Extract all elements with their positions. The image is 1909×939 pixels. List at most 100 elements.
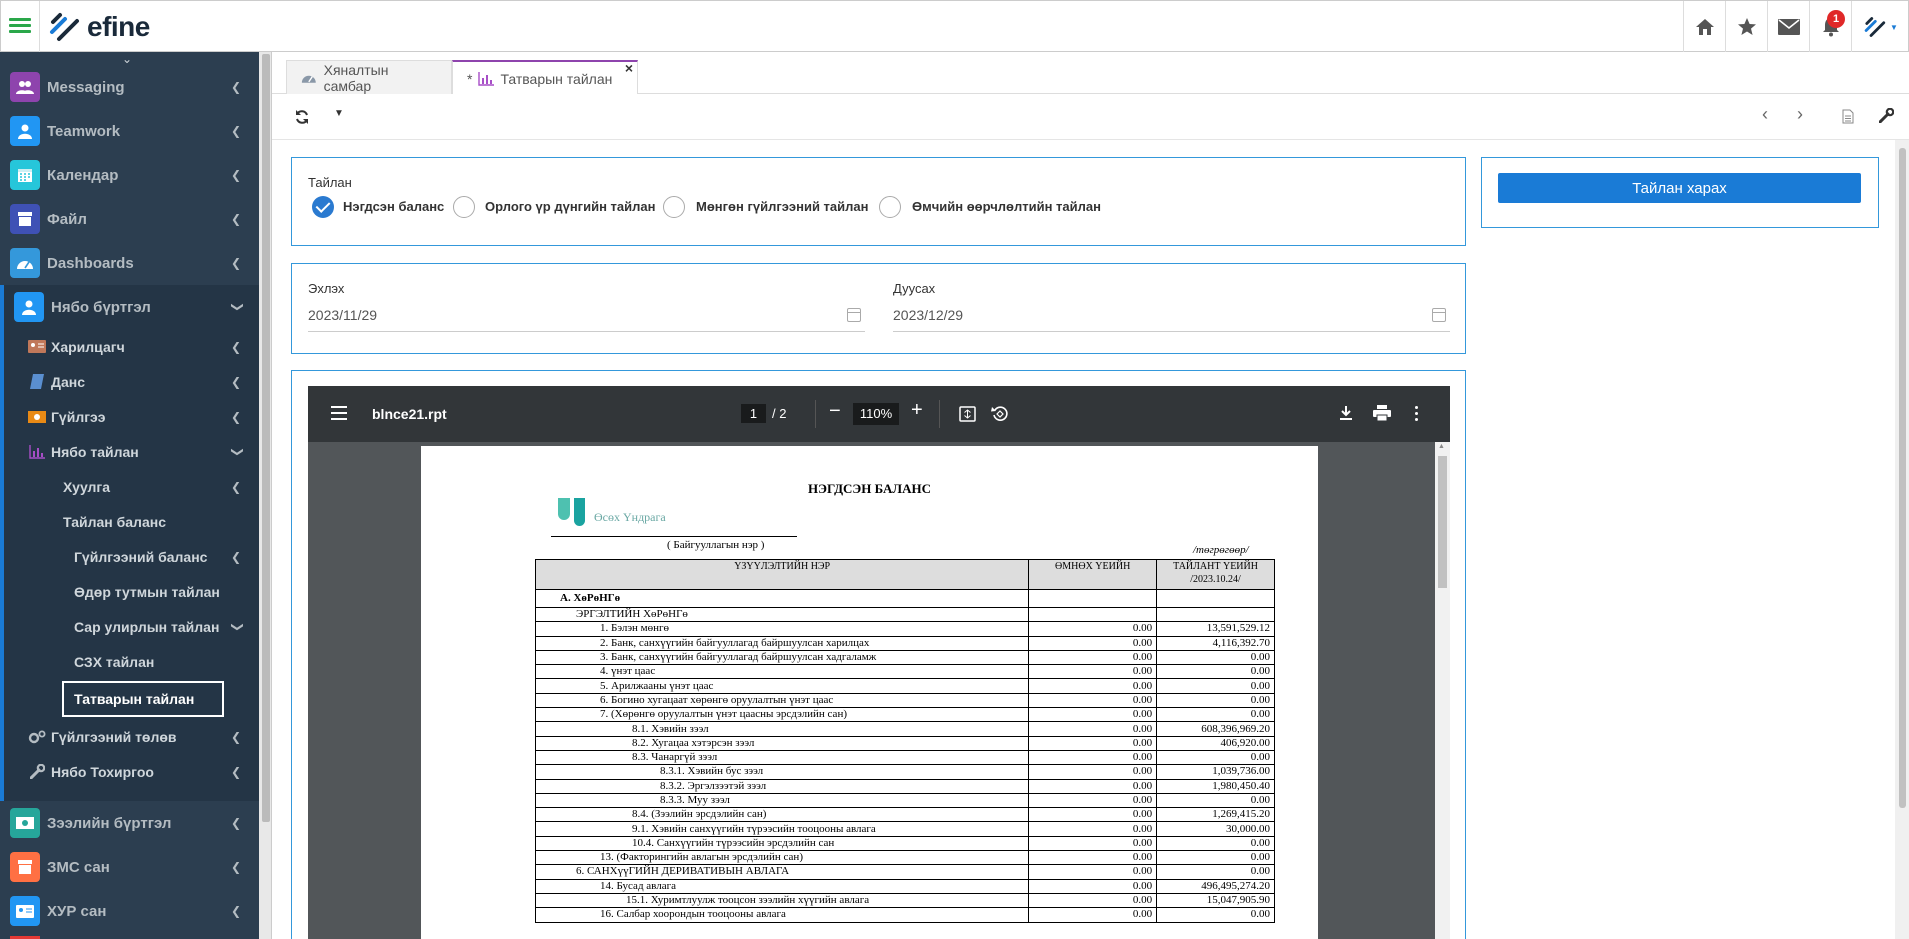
wrench-icon[interactable] (1879, 108, 1894, 123)
sidebar-item-label: Татварын тайлан (74, 691, 195, 707)
chevron-left-icon[interactable]: ‹ (1762, 104, 1768, 125)
refresh-options-caret-icon[interactable]: ▼ (334, 108, 344, 119)
download-icon[interactable] (1339, 405, 1353, 421)
sidebar-item-accounting[interactable]: Нябо бүртгэл ❮ (0, 285, 259, 329)
row-label-cell: 9.1. Хэвийн санхүүгийн түрээсийн тооцоон… (534, 821, 1030, 837)
sidebar-item-zms-fund[interactable]: ЗМС сан ❮ (0, 845, 259, 889)
zoom-in-icon[interactable]: + (911, 399, 923, 422)
sidebar-item-messaging[interactable]: Messaging ❮ (0, 65, 259, 109)
row-label-cell: 15.1. Хуримтлуулж тооцсон зээлийн хүүгий… (534, 892, 1030, 909)
favorites-button[interactable] (1725, 1, 1767, 53)
end-date-field[interactable]: 2023/12/29 (893, 302, 1450, 332)
start-date-label: Эхлэх (308, 281, 345, 296)
scroll-up-arrow-icon[interactable]: ▲ (1438, 443, 1445, 450)
current-period-cell: 13,591,529.12 (1156, 621, 1275, 637)
sidebar-item-teamwork[interactable]: Teamwork ❮ (0, 109, 259, 153)
radio-label[interactable]: Мөнгөн гүйлгээний тайлан (696, 199, 869, 214)
radio-label[interactable]: Өмчийн өөрчлөлтийн тайлан (912, 199, 1101, 214)
wrench-icon (28, 764, 46, 779)
id-card-icon (10, 896, 40, 926)
fit-page-icon[interactable] (959, 406, 976, 422)
bar-chart-icon (478, 71, 495, 86)
sidebar-item-transaction[interactable]: Гүйлгээ ❮ (0, 399, 259, 434)
more-options-icon[interactable] (1415, 406, 1418, 421)
row-label-cell: 1. Бэлэн мөнгө (534, 621, 1030, 637)
messages-button[interactable] (1767, 1, 1809, 53)
date-range-panel: Эхлэх 2023/11/29 Дуусах 2023/12/29 (291, 263, 1466, 354)
calendar-icon[interactable] (847, 308, 861, 322)
sidebar-item-tax-report[interactable]: Татварын тайлан (62, 681, 224, 717)
users-icon (10, 72, 40, 102)
row-label-cell: А. ХөРөНГө (534, 589, 1030, 608)
previous-period-cell: 0.00 (1028, 692, 1158, 709)
radio-consolidated-balance[interactable] (312, 196, 334, 218)
chevron-left-icon: ❮ (230, 374, 241, 389)
radio-cash-flow[interactable] (663, 196, 685, 218)
pdf-page: НЭГДСЭН БАЛАНС Өсөх Үндрага ( Байгууллаг… (421, 446, 1318, 939)
sidebar-item-daily-report[interactable]: Өдөр тутмын тайлан (0, 574, 259, 609)
sidebar-item-fsc-report[interactable]: СЗХ тайлан (0, 644, 259, 679)
radio-income-statement[interactable] (453, 196, 475, 218)
sidebar-item-periodic-report[interactable]: Сар улирлын тайлан ❮ (0, 609, 259, 644)
sidebar-item-dashboards[interactable]: Dashboards ❮ (0, 241, 259, 285)
sidebar-item-customer[interactable]: Харилцагч ❮ (0, 329, 259, 364)
current-period-cell: 0.00 (1156, 907, 1275, 923)
sidebar-item-transaction-status[interactable]: Гүйлгээний төлөв ❮ (0, 719, 259, 754)
sidebar-item-accounting-settings[interactable]: Нябо Тохиргоо ❮ (0, 754, 259, 789)
table-row: 4. үнэт цаас 0.00 0.00 (534, 664, 1275, 680)
refresh-icon[interactable] (294, 109, 310, 125)
view-report-button[interactable]: Тайлан харах (1498, 173, 1861, 203)
tab-tax-report[interactable]: * Татварын тайлан × (452, 60, 638, 95)
print-icon[interactable] (1373, 405, 1391, 421)
sidebar-item-account[interactable]: Данс ❮ (0, 364, 259, 399)
hamburger-menu-icon[interactable] (9, 15, 31, 37)
current-period-cell: 1,039,736.00 (1156, 764, 1275, 780)
document-icon[interactable] (1842, 109, 1854, 124)
report-title: НЭГДСЭН БАЛАНС (808, 481, 931, 496)
page-total: / 2 (772, 406, 787, 421)
scroll-up-chevron-icon[interactable]: ⌄ (122, 52, 132, 66)
sidebar-item-report-balance[interactable]: Тайлан баланс (0, 504, 259, 539)
calendar-icon[interactable] (1432, 308, 1446, 322)
chevron-down-icon: ❮ (228, 621, 243, 632)
sidebar-item-label: Зээлийн бүртгэл (47, 814, 172, 832)
sidebar-item-khur-fund[interactable]: ХУР сан ❮ (0, 889, 259, 933)
current-period-cell: 0.00 (1156, 864, 1275, 880)
notifications-button[interactable]: 1 (1809, 1, 1851, 53)
main-scrollbar[interactable] (1895, 140, 1909, 939)
sidebar-item-calendar[interactable]: Календар ❮ (0, 153, 259, 197)
previous-period-cell: 0.00 (1028, 850, 1158, 866)
app-name: efine (87, 11, 150, 42)
divider (939, 400, 940, 428)
radio-equity-change[interactable] (879, 196, 901, 218)
rotate-icon[interactable] (991, 405, 1009, 423)
radio-label[interactable]: Нэгдсэн баланс (343, 199, 444, 214)
home-icon (1695, 19, 1714, 35)
tab-dashboard[interactable]: Хяналтын самбар (286, 60, 452, 94)
sidebar-item-statement[interactable]: Хуулга ❮ (0, 469, 259, 504)
sidebar-scrollbar[interactable] (259, 52, 272, 939)
scrollbar-thumb[interactable] (262, 54, 270, 822)
menu-icon[interactable] (331, 406, 347, 420)
app-logo[interactable]: efine (49, 7, 150, 47)
home-button[interactable] (1683, 1, 1725, 53)
sidebar-item-accounting-report[interactable]: Нябо тайлан ❮ (0, 434, 259, 469)
pdf-scrollbar[interactable]: ▲ (1435, 442, 1450, 939)
table-row: 8.3.3. Муу зээл 0.00 0.00 (534, 792, 1275, 809)
user-icon (14, 292, 44, 322)
zoom-level-input[interactable]: 110% (853, 403, 899, 425)
radio-label[interactable]: Орлого үр дүнгийн тайлан (485, 199, 655, 214)
sidebar-item-loan-registry[interactable]: Зээлийн бүртгэл ❮ (0, 801, 259, 845)
scrollbar-thumb[interactable] (1438, 456, 1447, 588)
current-period-cell: 0.00 (1156, 835, 1275, 852)
sidebar-item-file[interactable]: Файл ❮ (0, 197, 259, 241)
chevron-right-icon[interactable]: › (1797, 104, 1803, 125)
scrollbar-thumb[interactable] (1899, 148, 1906, 808)
sidebar-item-trial-balance[interactable]: Гүйлгээний баланс ❮ (0, 539, 259, 574)
start-date-field[interactable]: 2023/11/29 (308, 302, 865, 332)
user-menu-button[interactable]: ▼ (1851, 1, 1909, 53)
close-tab-icon[interactable]: × (625, 60, 633, 76)
zoom-out-icon[interactable]: − (829, 400, 841, 423)
tab-bar: Хяналтын самбар * Татварын тайлан × (272, 52, 1909, 95)
page-number-input[interactable]: 1 (741, 404, 766, 423)
